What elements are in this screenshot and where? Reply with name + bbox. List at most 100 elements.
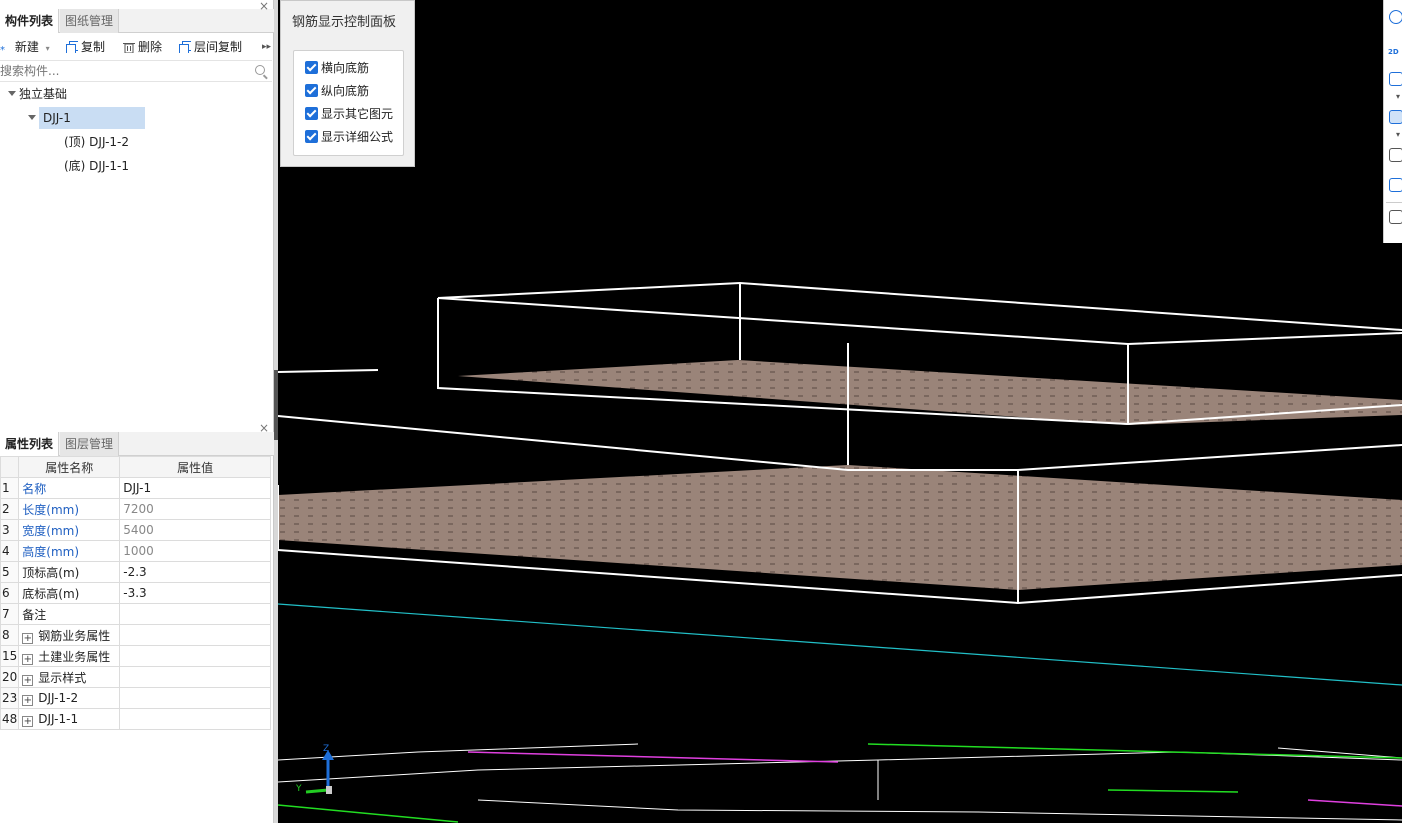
expand-plus-icon[interactable]: + xyxy=(22,715,34,727)
table-row[interactable]: 6 底标高(m) -3.3 xyxy=(0,582,271,604)
property-name-text: 高度(mm) xyxy=(22,544,80,559)
floor-copy-icon xyxy=(179,41,191,53)
copy-button[interactable]: 复制 xyxy=(66,34,105,60)
property-table: 属性名称 属性值 1 名称 DJJ-1 2 长度(mm) 7200 3 宽度(mm) 5400 4… xyxy=(0,456,271,730)
table-row[interactable]: 5 顶标高(m) -2.3 xyxy=(0,561,271,583)
property-name-text: 宽度(mm) xyxy=(22,523,80,538)
select-box-icon[interactable] xyxy=(1389,148,1402,162)
expand-icon[interactable] xyxy=(28,115,36,120)
table-row[interactable]: 8 + 钢筋业务属性 xyxy=(0,624,271,646)
table-row[interactable]: 48 + DJJ-1-1 xyxy=(0,708,271,730)
floor-copy-label: 层间复制 xyxy=(194,40,243,54)
tab-component-list[interactable]: 构件列表 xyxy=(0,9,60,33)
list-icon[interactable] xyxy=(1389,210,1402,224)
property-value[interactable] xyxy=(119,666,271,688)
view-2d-icon[interactable]: 2D xyxy=(1388,48,1399,56)
rebar-panel-title: 钢筋显示控制面板 xyxy=(292,15,397,30)
chevron-down-icon[interactable]: ▾ xyxy=(1396,130,1400,139)
checkbox[interactable] xyxy=(305,130,318,143)
axis-gizmo xyxy=(305,750,334,794)
expand-plus-icon[interactable]: + xyxy=(22,694,34,706)
more-icon[interactable]: ▸▸ xyxy=(262,34,271,60)
table-row[interactable]: 20 + 显示样式 xyxy=(0,666,271,688)
tab-property-list[interactable]: 属性列表 xyxy=(0,432,60,456)
property-value[interactable] xyxy=(119,624,271,646)
table-row[interactable]: 15 + 土建业务属性 xyxy=(0,645,271,667)
table-row[interactable]: 7 备注 xyxy=(0,603,271,625)
property-value[interactable]: 5400 xyxy=(119,519,271,541)
row-number: 15 xyxy=(0,645,20,667)
property-name-text: 备注 xyxy=(22,607,47,622)
table-row[interactable]: 23 + DJJ-1-2 xyxy=(0,687,271,709)
floor-copy-button[interactable]: 层间复制 xyxy=(179,34,242,60)
search-icon[interactable] xyxy=(255,65,265,75)
property-name-text: 顶标高(m) xyxy=(22,565,80,580)
option-label: 横向底筋 xyxy=(321,61,370,75)
chevron-down-icon[interactable]: ▾ xyxy=(1396,92,1400,101)
property-name: 顶标高(m) xyxy=(18,561,121,583)
property-value[interactable]: -2.3 xyxy=(119,561,271,583)
row-number: 2 xyxy=(0,498,20,520)
property-value[interactable]: 7200 xyxy=(119,498,271,520)
view-3d-icon[interactable] xyxy=(1389,110,1402,124)
search-input[interactable] xyxy=(0,61,240,81)
property-name: + DJJ-1-1 xyxy=(18,708,121,730)
copy-icon xyxy=(66,41,78,53)
tree-item-top[interactable]: (顶) DJJ-1-2 xyxy=(64,131,129,153)
property-name-text: 名称 xyxy=(22,481,47,496)
property-value[interactable]: DJJ-1 xyxy=(119,477,271,499)
num-header xyxy=(0,456,20,478)
row-number: 8 xyxy=(0,624,20,646)
property-value[interactable] xyxy=(119,603,271,625)
option-horizontal-bottom-rebar[interactable]: 横向底筋 xyxy=(305,59,369,77)
property-value[interactable]: 1000 xyxy=(119,540,271,562)
property-name-text: 长度(mm) xyxy=(22,502,80,517)
option-show-other-elements[interactable]: 显示其它图元 xyxy=(305,105,393,123)
3d-viewport[interactable]: Z Y xyxy=(278,0,1402,823)
tab-layer-management[interactable]: 图层管理 xyxy=(60,432,120,456)
expand-icon[interactable] xyxy=(8,91,16,96)
option-vertical-bottom-rebar[interactable]: 纵向底筋 xyxy=(305,82,369,100)
property-name: 长度(mm) xyxy=(18,498,121,520)
expand-plus-icon[interactable]: + xyxy=(22,674,34,686)
checkbox[interactable] xyxy=(305,61,318,74)
axis-z-label: Z xyxy=(323,744,330,754)
new-icon: * xyxy=(0,45,5,56)
row-number: 5 xyxy=(0,561,20,583)
copy-label: 复制 xyxy=(81,40,106,54)
row-number: 48 xyxy=(0,708,20,730)
tree-item-label: DJJ-1 xyxy=(39,107,145,129)
chevron-down-icon[interactable]: ▾ xyxy=(46,44,50,53)
floor-plan-magenta xyxy=(467,751,1402,807)
table-row[interactable]: 2 长度(mm) 7200 xyxy=(0,498,271,520)
option-show-detailed-formula[interactable]: 显示详细公式 xyxy=(305,128,393,146)
table-row[interactable]: 4 高度(mm) 1000 xyxy=(0,540,271,562)
new-button[interactable]: * 新建 ▾ xyxy=(0,34,50,60)
property-value[interactable] xyxy=(119,687,271,709)
expand-plus-icon[interactable]: + xyxy=(22,632,34,644)
expand-plus-icon[interactable]: + xyxy=(22,653,34,665)
view-box-icon[interactable] xyxy=(1389,72,1402,86)
table-row[interactable]: 3 宽度(mm) 5400 xyxy=(0,519,271,541)
table-row[interactable]: 1 名称 DJJ-1 xyxy=(0,477,271,499)
property-value[interactable]: -3.3 xyxy=(119,582,271,604)
property-value[interactable] xyxy=(119,708,271,730)
name-header: 属性名称 xyxy=(18,456,121,478)
tree-item-root[interactable]: 独立基础 xyxy=(8,83,67,105)
tree-item-bottom[interactable]: (底) DJJ-1-1 xyxy=(64,155,129,177)
checkbox[interactable] xyxy=(305,84,318,97)
property-value[interactable] xyxy=(119,645,271,667)
property-name: + 钢筋业务属性 xyxy=(18,624,121,646)
cube-icon[interactable] xyxy=(1389,178,1402,192)
property-name: 名称 xyxy=(18,477,121,499)
close-icon[interactable]: × xyxy=(259,0,269,12)
property-tabbar: 属性列表 图层管理 xyxy=(0,432,274,456)
tab-drawing-management[interactable]: 图纸管理 xyxy=(60,9,120,33)
orbit-icon[interactable] xyxy=(1389,10,1402,24)
tree-item-djj1[interactable]: DJJ-1 xyxy=(28,107,145,129)
close-icon[interactable]: × xyxy=(259,422,269,434)
property-name: + 土建业务属性 xyxy=(18,645,121,667)
checkbox[interactable] xyxy=(305,107,318,120)
delete-button[interactable]: 删除 xyxy=(123,34,162,60)
floor-plan-lines xyxy=(278,743,1402,821)
